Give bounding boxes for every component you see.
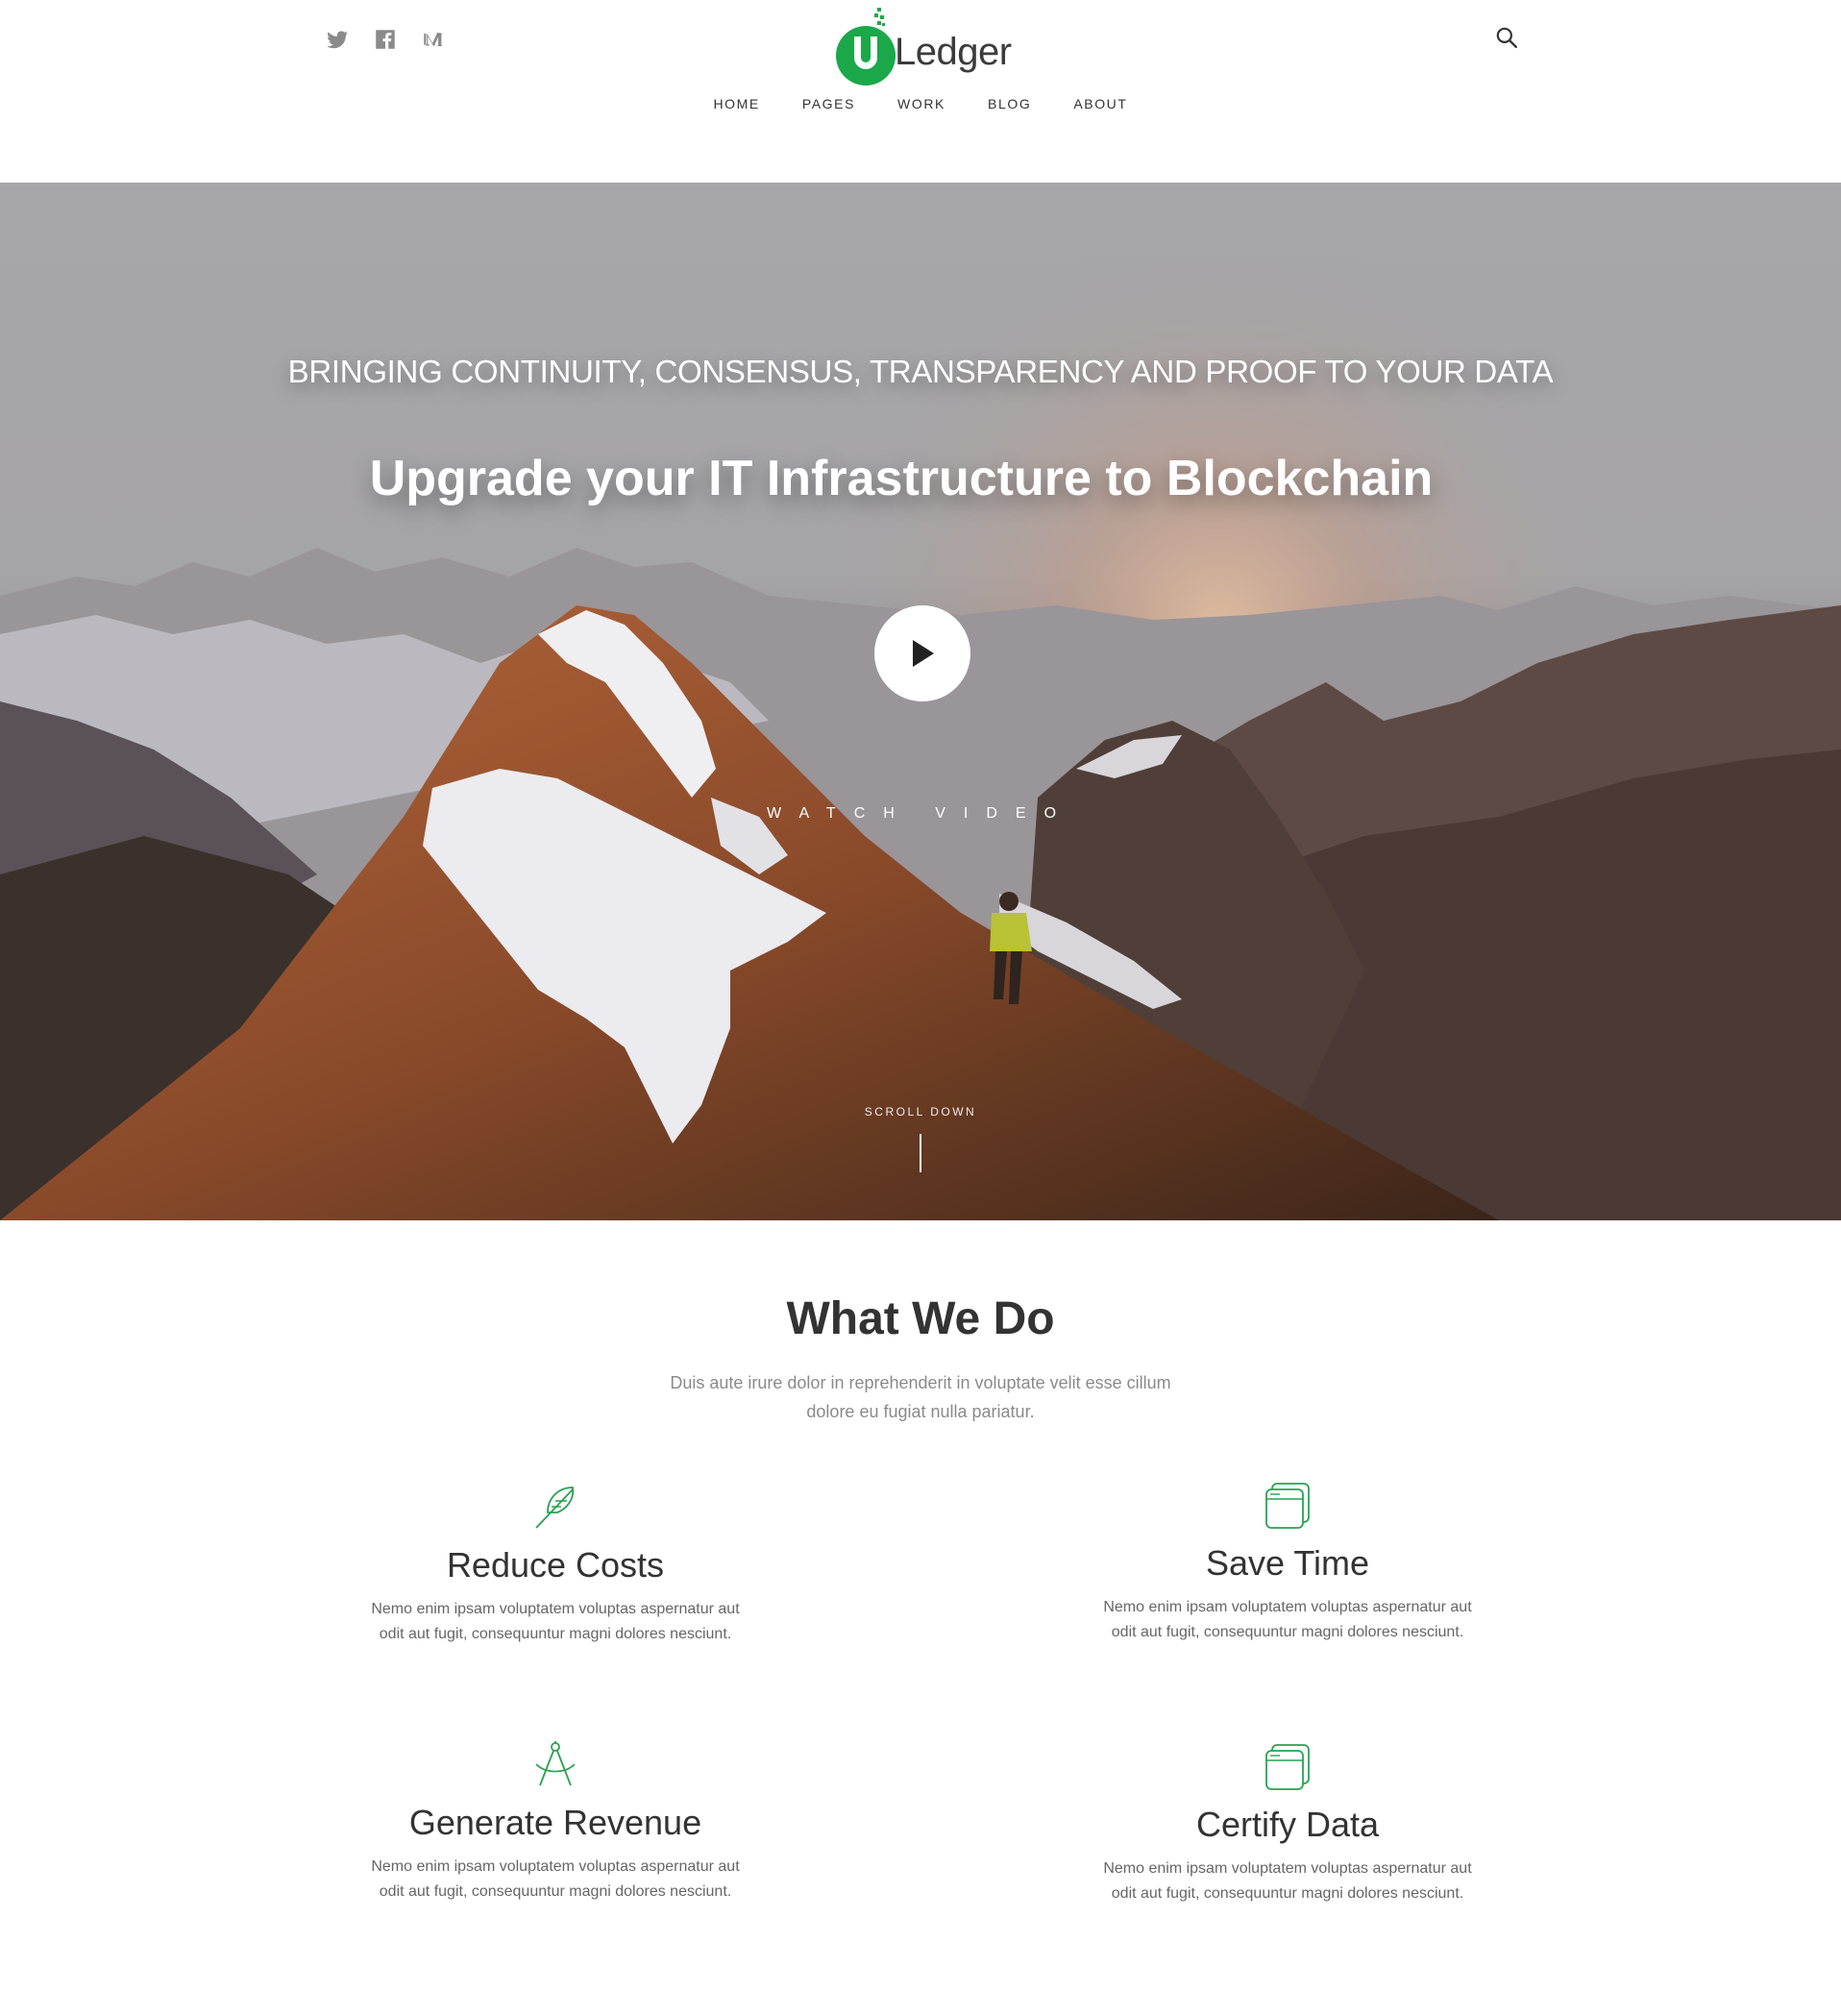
logo-mark-icon	[836, 8, 896, 86]
watch-video-link[interactable]: WATCH VIDEO	[0, 805, 1841, 823]
logo-text: Ledger	[895, 31, 1012, 73]
feature-reduce-costs: Reduce Costs Nemo enim ipsam voluptatem …	[363, 1480, 748, 1647]
nav-work[interactable]: WORK	[897, 96, 945, 111]
feature-title: Certify Data	[1195, 1805, 1380, 1844]
facebook-icon[interactable]	[373, 27, 398, 52]
brand-logo[interactable]: Ledger	[831, 6, 1023, 90]
compass-icon	[535, 1741, 576, 1786]
medium-icon[interactable]	[421, 27, 446, 52]
nav-pages[interactable]: PAGES	[802, 96, 855, 111]
feature-text: Nemo enim ipsam voluptatem voluptas aspe…	[371, 1601, 740, 1642]
hero-eyebrow: BRINGING CONTINUITY, CONSENSUS, TRANSPAR…	[287, 354, 1554, 389]
play-icon	[913, 640, 934, 667]
twitter-icon[interactable]	[325, 27, 350, 52]
feature-certify-data: Certify Data Nemo enim ipsam voluptatem …	[1095, 1739, 1480, 1906]
main-nav: HOME PAGES WORK BLOG ABOUT	[0, 96, 1841, 111]
feature-text: Nemo enim ipsam voluptatem voluptas aspe…	[371, 1858, 740, 1900]
hero-mountain-image	[0, 183, 1841, 1220]
feature-text: Nemo enim ipsam voluptatem voluptas aspe…	[1103, 1599, 1472, 1640]
feature-generate-revenue: Generate Revenue Nemo enim ipsam volupta…	[363, 1737, 748, 1905]
feature-title: Reduce Costs	[446, 1545, 665, 1585]
search-icon[interactable]	[1494, 25, 1519, 50]
nav-about[interactable]: ABOUT	[1073, 96, 1127, 111]
nav-home[interactable]: HOME	[713, 96, 759, 111]
scroll-indicator-line	[920, 1134, 921, 1172]
feather-icon	[535, 1487, 575, 1529]
section-subtitle: Duis aute irure dolor in reprehenderit i…	[670, 1373, 1171, 1421]
nav-blog[interactable]: BLOG	[988, 96, 1031, 111]
feature-save-time: Save Time Nemo enim ipsam voluptatem vol…	[1095, 1478, 1480, 1645]
social-links	[325, 27, 446, 52]
section-title: What We Do	[786, 1293, 1055, 1344]
feature-title: Generate Revenue	[408, 1803, 702, 1842]
site-header: Ledger HOME PAGES WORK BLOG ABOUT	[0, 0, 1841, 183]
hero-section: BRINGING CONTINUITY, CONSENSUS, TRANSPAR…	[0, 183, 1841, 1220]
windows-icon	[1265, 1744, 1310, 1790]
hero-title: Upgrade your IT Infrastructure to Blockc…	[369, 451, 1434, 506]
windows-icon	[1265, 1483, 1310, 1529]
play-video-button[interactable]	[874, 605, 970, 701]
scroll-down-label[interactable]: SCROLL DOWN	[0, 1105, 1841, 1119]
feature-text: Nemo enim ipsam voluptatem voluptas aspe…	[1103, 1860, 1472, 1902]
feature-title: Save Time	[1205, 1543, 1370, 1583]
